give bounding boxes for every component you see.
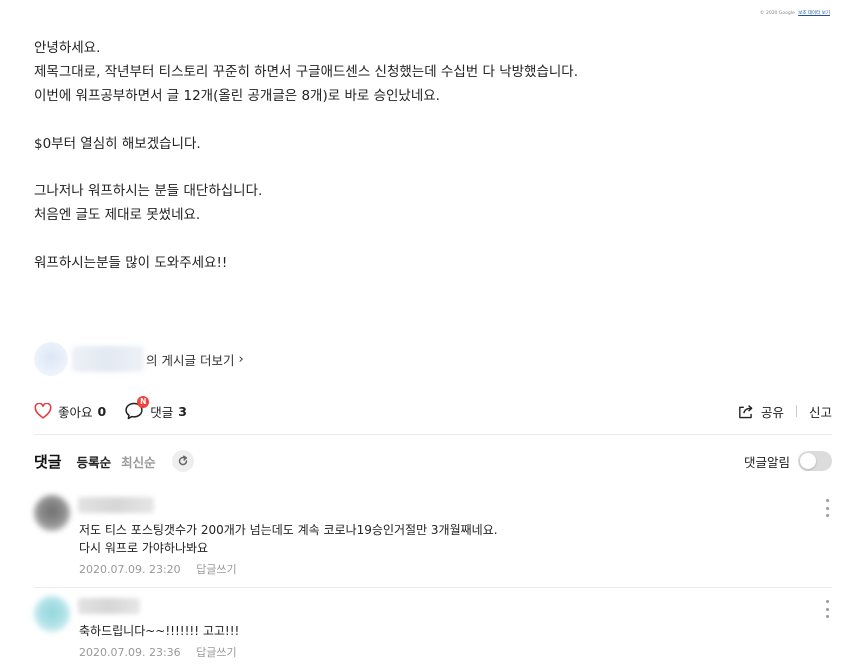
post-line: $0부터 열심히 해보겠습니다.	[34, 135, 201, 152]
comment-line: 저도 티스 포스팅갯수가 200개가 넘는데도 계속 코로나19승인거절만 3개…	[79, 523, 498, 537]
toggle-knob	[800, 453, 816, 469]
comment-meta: 2020.07.09. 23:20 답글쓰기	[79, 561, 237, 577]
post-body: 안녕하세요. 제목그대로, 작년부터 티스토리 꾸준히 하면서 구글애드센스 신…	[34, 36, 824, 275]
refresh-icon	[178, 455, 187, 466]
share-label: 공유	[760, 404, 784, 420]
comment-text: 축하드립니다~~!!!!!!! 고고!!!	[79, 622, 239, 640]
post-line: 이번에 워프공부하면서 글 12개(올린 공개글은 8개)로 바로 승인났네요.	[34, 88, 440, 104]
comment-count: 3	[178, 403, 187, 419]
notify-toggle[interactable]	[798, 451, 832, 471]
post-line: 안녕하세요.	[34, 40, 101, 56]
refresh-button[interactable]	[171, 450, 194, 472]
chevron-right-icon: ›	[238, 351, 244, 367]
comment-date: 2020.07.09. 23:20	[79, 563, 181, 576]
comment-section-title: 댓글	[34, 452, 62, 471]
commenter-name-redacted	[78, 497, 154, 513]
author-more-label: 의 게시글 더보기	[146, 352, 235, 368]
comment-text: 저도 티스 포스팅갯수가 200개가 넘는데도 계속 코로나19승인거절만 3개…	[79, 521, 498, 557]
comment-more-icon[interactable]	[824, 600, 830, 618]
divider	[795, 405, 797, 417]
share-icon	[739, 405, 753, 419]
notify-label: 댓글알림	[743, 454, 790, 470]
section-divider	[34, 434, 832, 435]
copyright-notice: © 2020 Google 보조 데이터 보기	[760, 10, 830, 16]
comment-meta: 2020.07.09. 23:36 답글쓰기	[79, 644, 237, 660]
comment-header: 댓글 등록순 최신순 댓글알림	[34, 449, 832, 473]
report-button[interactable]: 신고	[809, 402, 832, 421]
sort-registered-tab[interactable]: 등록순	[77, 452, 112, 471]
copyright-link[interactable]: 보조 데이터 보기	[798, 11, 830, 16]
comment-notify: 댓글알림	[744, 451, 832, 471]
comment-item: 축하드립니다~~!!!!!!! 고고!!! 2020.07.09. 23:36 …	[34, 596, 832, 671]
reply-button[interactable]: 답글쓰기	[196, 563, 236, 576]
sort-latest-tab[interactable]: 최신순	[121, 452, 156, 471]
commenter-name-redacted	[78, 598, 140, 614]
like-button[interactable]: 좋아요 0	[34, 402, 106, 421]
comment-item: 저도 티스 포스팅갯수가 200개가 넘는데도 계속 코로나19승인거절만 3개…	[34, 495, 832, 587]
new-badge: N	[137, 396, 150, 408]
commenter-avatar	[34, 596, 70, 632]
post-page: © 2020 Google 보조 데이터 보기 안녕하세요. 제목그대로, 작년…	[0, 0, 848, 671]
comment-label: 댓글	[150, 404, 174, 420]
author-more-posts-link[interactable]: 의 게시글 더보기 ›	[34, 342, 244, 376]
like-count: 0	[97, 403, 107, 419]
post-line: 처음엔 글도 제대로 못썼네요.	[34, 207, 201, 223]
comment-line: 축하드립니다~~!!!!!!! 고고!!!	[79, 624, 240, 638]
comment-divider	[34, 587, 832, 588]
post-action-bar: 좋아요 0 N 댓글 3 공유 신고	[34, 396, 832, 424]
post-line: 워프하시는분들 많이 도와주세요!!	[34, 254, 228, 271]
author-name-redacted	[72, 346, 144, 372]
comment-line: 다시 워프로 가야하나봐요	[79, 541, 209, 555]
heart-icon	[34, 403, 52, 419]
comment-more-icon[interactable]	[824, 499, 830, 517]
reply-button[interactable]: 답글쓰기	[196, 646, 236, 659]
comment-date: 2020.07.09. 23:36	[79, 646, 181, 659]
post-line: 제목그대로, 작년부터 티스토리 꾸준히 하면서 구글애드센스 신청했는데 수십…	[34, 64, 579, 80]
post-line: 그나저나 워프하시는 분들 대단하십니다.	[34, 183, 263, 199]
copyright-text: © 2020 Google	[760, 11, 795, 16]
like-label: 좋아요	[58, 404, 93, 420]
author-avatar	[34, 342, 68, 376]
share-button[interactable]: 공유	[737, 402, 784, 421]
commenter-avatar	[34, 495, 70, 531]
action-right-group: 공유 신고	[737, 402, 832, 421]
comment-button[interactable]: N 댓글 3	[124, 396, 187, 421]
comment-icon-wrap: N	[124, 396, 150, 421]
